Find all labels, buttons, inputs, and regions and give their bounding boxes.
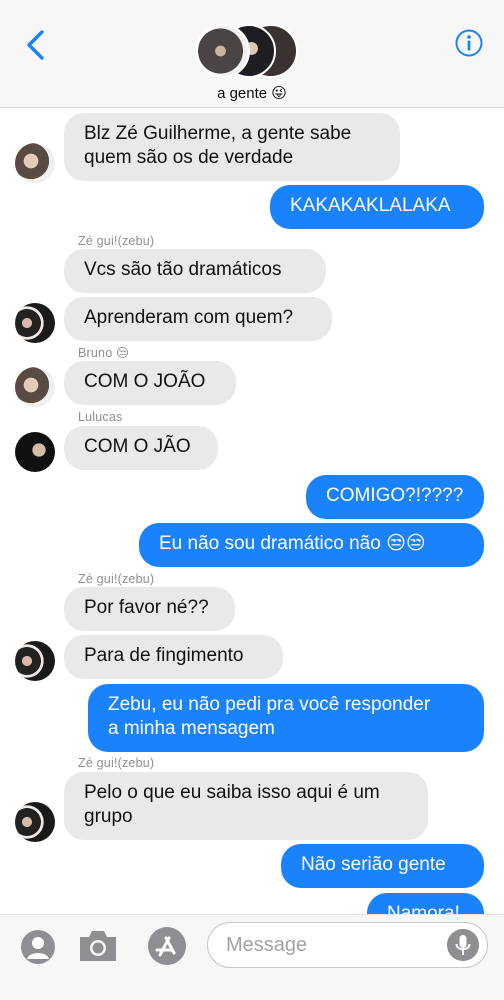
message-bubble[interactable]: KAKAKAKLALAKA <box>270 185 484 229</box>
avatar[interactable] <box>15 367 55 407</box>
compose-bar: Message <box>0 914 504 1000</box>
message-text: grupo <box>84 806 133 827</box>
microphone-icon[interactable] <box>447 929 479 961</box>
message-bubble[interactable]: Pelo o que eu saiba isso aqui é um grupo <box>64 772 428 840</box>
message-text: Aprenderam com quem? <box>84 307 294 328</box>
message-text: Vcs são tão dramáticos <box>84 259 282 280</box>
sender-name: Zé gui!(zebu) <box>78 756 155 770</box>
avatar[interactable] <box>15 432 55 472</box>
message-placeholder: Message <box>226 934 308 956</box>
message-text: Por favor né?? <box>84 597 209 618</box>
group-name[interactable]: a gente 😜 <box>0 84 504 102</box>
message-bubble[interactable]: COMIGO?!???? <box>306 475 484 519</box>
message-text: COM O JÃO <box>84 436 191 457</box>
back-chevron-icon[interactable] <box>22 28 52 62</box>
message-bubble[interactable]: Por favor né?? <box>64 587 235 631</box>
app-store-icon[interactable] <box>144 926 190 966</box>
message-text: COM O JOÃO <box>84 371 206 392</box>
message-text: a minha mensagem <box>108 718 275 739</box>
message-text: Não serião gente <box>301 854 446 875</box>
sender-name: Zé gui!(zebu) <box>78 572 155 586</box>
message-text: Namora! <box>387 903 460 914</box>
message-bubble[interactable]: Não serião gente <box>281 844 484 888</box>
group-avatars[interactable] <box>196 24 300 80</box>
conversation-header: a gente 😜 <box>0 0 504 108</box>
message-text: COMIGO?!???? <box>326 485 464 506</box>
message-bubble[interactable]: Eu não sou dramático não 😒😒 <box>139 523 484 567</box>
message-input[interactable]: Message <box>207 922 488 968</box>
message-text: Zebu, eu não pedi pra você responder <box>108 694 431 715</box>
message-bubble[interactable]: Blz Zé Guilherme, a gente sabe quem são … <box>64 113 400 181</box>
message-bubble[interactable]: Para de fingimento <box>64 635 283 679</box>
message-bubble[interactable]: Vcs são tão dramáticos <box>64 249 326 293</box>
message-bubble[interactable]: Namora! <box>367 893 484 914</box>
message-bubble[interactable]: COM O JOÃO <box>64 361 236 405</box>
memoji-icon[interactable] <box>20 929 56 965</box>
message-text: Eu não sou dramático não 😒😒 <box>159 533 426 554</box>
message-text: KAKAKAKLALAKA <box>290 195 451 216</box>
message-text: quem são os de verdade <box>84 147 294 168</box>
sender-name: Bruno 😒 <box>78 346 130 360</box>
info-icon[interactable] <box>454 28 484 58</box>
message-bubble[interactable]: COM O JÃO <box>64 426 218 470</box>
sender-name: Lulucas <box>78 410 123 424</box>
message-text: Pelo o que eu saiba isso aqui é um <box>84 782 380 803</box>
message-text: Para de fingimento <box>84 645 244 666</box>
avatar[interactable] <box>15 802 55 842</box>
avatar[interactable] <box>15 303 55 343</box>
camera-icon[interactable] <box>76 927 120 965</box>
message-thread[interactable]: Blz Zé Guilherme, a gente sabe quem são … <box>0 108 504 914</box>
message-bubble[interactable]: Aprenderam com quem? <box>64 297 332 341</box>
avatar[interactable] <box>15 143 55 183</box>
avatar[interactable] <box>15 641 55 681</box>
message-text: Blz Zé Guilherme, a gente sabe <box>84 123 352 144</box>
group-avatar-1 <box>196 24 250 78</box>
message-bubble[interactable]: Zebu, eu não pedi pra você responder a m… <box>88 684 484 752</box>
sender-name: Zé gui!(zebu) <box>78 234 155 248</box>
